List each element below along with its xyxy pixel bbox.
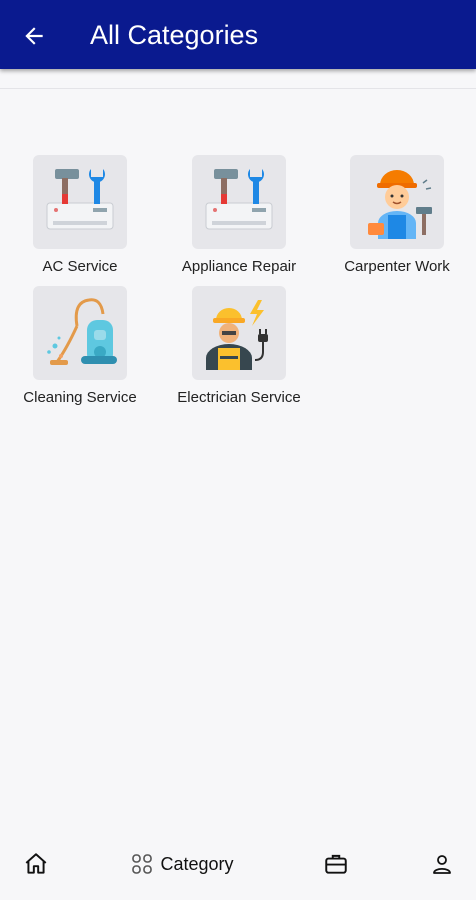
category-label: AC Service bbox=[42, 258, 118, 275]
category-label: Electrician Service bbox=[177, 389, 301, 406]
electrician-icon bbox=[206, 300, 268, 370]
category-tile-electrician-service[interactable]: Electrician Service bbox=[164, 286, 314, 416]
home-icon bbox=[25, 853, 47, 874]
category-label: Appliance Repair bbox=[181, 258, 297, 275]
category-label: Cleaning Service bbox=[23, 389, 137, 406]
vacuum-cleaner-icon bbox=[47, 298, 117, 365]
divider bbox=[0, 88, 476, 89]
nav-category[interactable]: Category bbox=[126, 848, 238, 880]
bottom-navigation: Category bbox=[0, 830, 476, 900]
user-icon bbox=[433, 855, 451, 874]
nav-home[interactable] bbox=[20, 848, 52, 880]
carpenter-icon bbox=[368, 170, 432, 239]
briefcase-icon bbox=[325, 854, 347, 874]
page-title: All Categories bbox=[90, 20, 259, 50]
appliance-repair-icon bbox=[205, 169, 273, 230]
app-bar: All Categories bbox=[0, 0, 476, 69]
category-tile-cleaning-service[interactable]: Cleaning Service bbox=[5, 286, 155, 416]
category-label: Carpenter Work bbox=[344, 258, 450, 275]
category-tile-carpenter-work[interactable]: Carpenter Work bbox=[322, 155, 472, 285]
back-button[interactable] bbox=[18, 20, 50, 52]
ac-service-icon bbox=[46, 169, 114, 230]
grid-icon bbox=[132, 854, 153, 874]
category-tile-ac-service[interactable]: AC Service bbox=[5, 155, 155, 285]
arrow-left-icon bbox=[25, 27, 43, 45]
nav-profile[interactable] bbox=[428, 848, 456, 880]
nav-category-label: Category bbox=[160, 853, 234, 874]
category-tile-appliance-repair[interactable]: Appliance Repair bbox=[164, 155, 314, 285]
nav-services[interactable] bbox=[321, 848, 351, 880]
